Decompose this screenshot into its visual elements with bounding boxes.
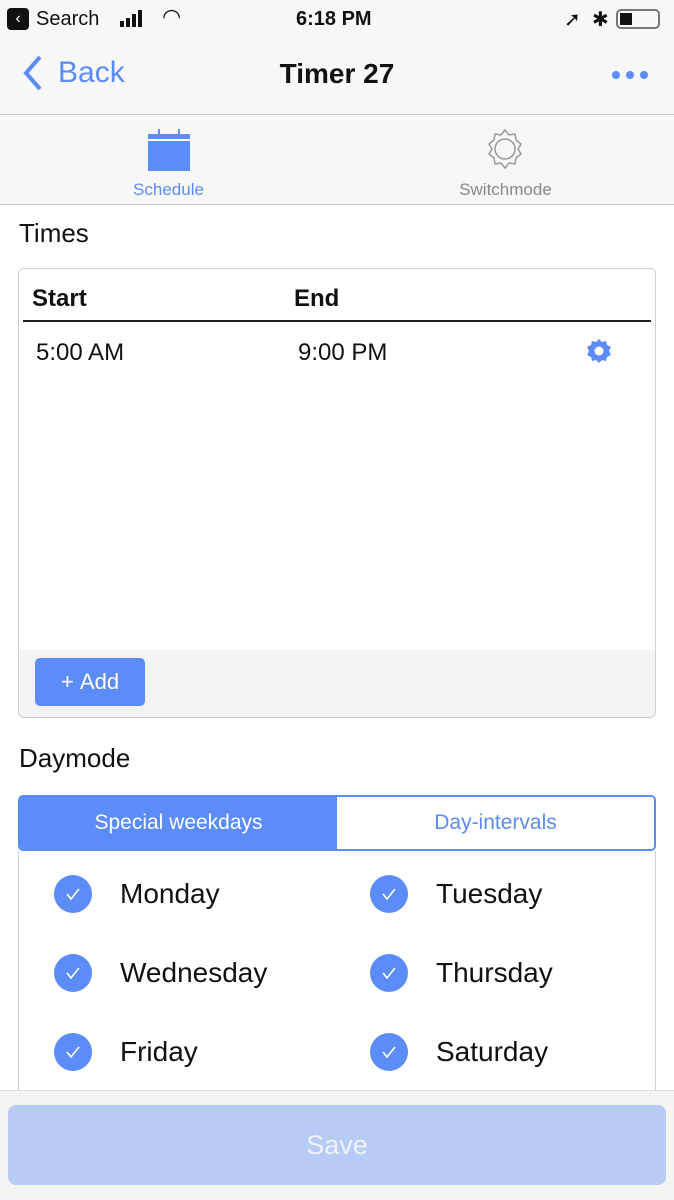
weekday-list: Monday Tuesday Wednesday Thursday Friday Satu… [18, 851, 656, 1111]
back-app-label[interactable]: Search [36, 8, 99, 31]
times-table: Start End 5:00 AM 9:00 PM + Add [18, 268, 656, 718]
column-header-start: Start [32, 285, 87, 312]
battery-icon [616, 9, 660, 29]
segment-special-weekdays[interactable]: Special weekdays [20, 797, 337, 849]
checkmark-icon[interactable] [54, 875, 92, 913]
header-divider [23, 320, 651, 322]
clock: 6:18 PM [296, 8, 372, 30]
tab-label: Switchmode [459, 180, 552, 199]
weekday-label: Wednesday [120, 957, 268, 988]
tab-bar: Schedule Switchmode [0, 115, 674, 205]
weekday-label: Monday [120, 878, 220, 909]
signal-icon [120, 10, 142, 27]
back-to-app-icon[interactable]: ‹ [7, 8, 29, 30]
checkmark-icon[interactable] [54, 1033, 92, 1071]
add-button[interactable]: + Add [35, 658, 145, 706]
start-time: 5:00 AM [36, 339, 125, 366]
weekday-item[interactable]: Thursday [335, 930, 651, 1009]
weekday-label: Thursday [436, 957, 553, 988]
end-time: 9:00 PM [298, 339, 388, 366]
checkmark-icon[interactable] [370, 875, 408, 913]
wifi-icon: ◠ [162, 4, 182, 29]
weekday-label: Tuesday [436, 878, 543, 909]
weekday-item[interactable]: Monday [19, 851, 335, 930]
calendar-icon [148, 129, 190, 171]
table-row[interactable]: 5:00 AM 9:00 PM [19, 324, 655, 379]
segment-day-intervals[interactable]: Day-intervals [337, 797, 654, 849]
tab-switchmode[interactable]: Switchmode [337, 115, 674, 204]
daymode-heading: Daymode [19, 743, 131, 773]
bluetooth-icon: ✱ [592, 9, 609, 31]
plus-icon: + [60, 669, 80, 694]
daymode-segmented-control: Special weekdays Day-intervals [18, 795, 656, 851]
location-icon: ➚ [564, 9, 581, 31]
weekday-label: Friday [120, 1036, 198, 1067]
weekday-item[interactable]: Friday [19, 1009, 335, 1088]
table-footer: + Add [19, 650, 655, 717]
column-header-end: End [294, 285, 340, 312]
checkmark-icon[interactable] [370, 1033, 408, 1071]
times-heading: Times [19, 218, 89, 248]
gear-icon [488, 128, 522, 170]
ellipsis-icon[interactable] [612, 71, 648, 79]
weekday-label: Saturday [436, 1036, 549, 1067]
tab-schedule[interactable]: Schedule [0, 115, 337, 204]
save-button[interactable]: Save [8, 1105, 666, 1185]
weekday-item[interactable]: Saturday [335, 1009, 651, 1088]
checkmark-icon[interactable] [370, 954, 408, 992]
navigation-bar: Back Timer 27 [0, 38, 674, 115]
gear-icon[interactable] [586, 338, 612, 364]
status-bar: ‹ Search ◠ 6:18 PM ➚ ✱ [0, 0, 674, 38]
page-title: Timer 27 [279, 58, 395, 89]
add-label: Add [79, 669, 120, 694]
weekday-item[interactable]: Tuesday [335, 851, 651, 930]
weekday-item[interactable]: Wednesday [19, 930, 335, 1009]
tab-label: Schedule [133, 180, 204, 199]
checkmark-icon[interactable] [54, 954, 92, 992]
bottom-bar: Save [0, 1090, 674, 1200]
